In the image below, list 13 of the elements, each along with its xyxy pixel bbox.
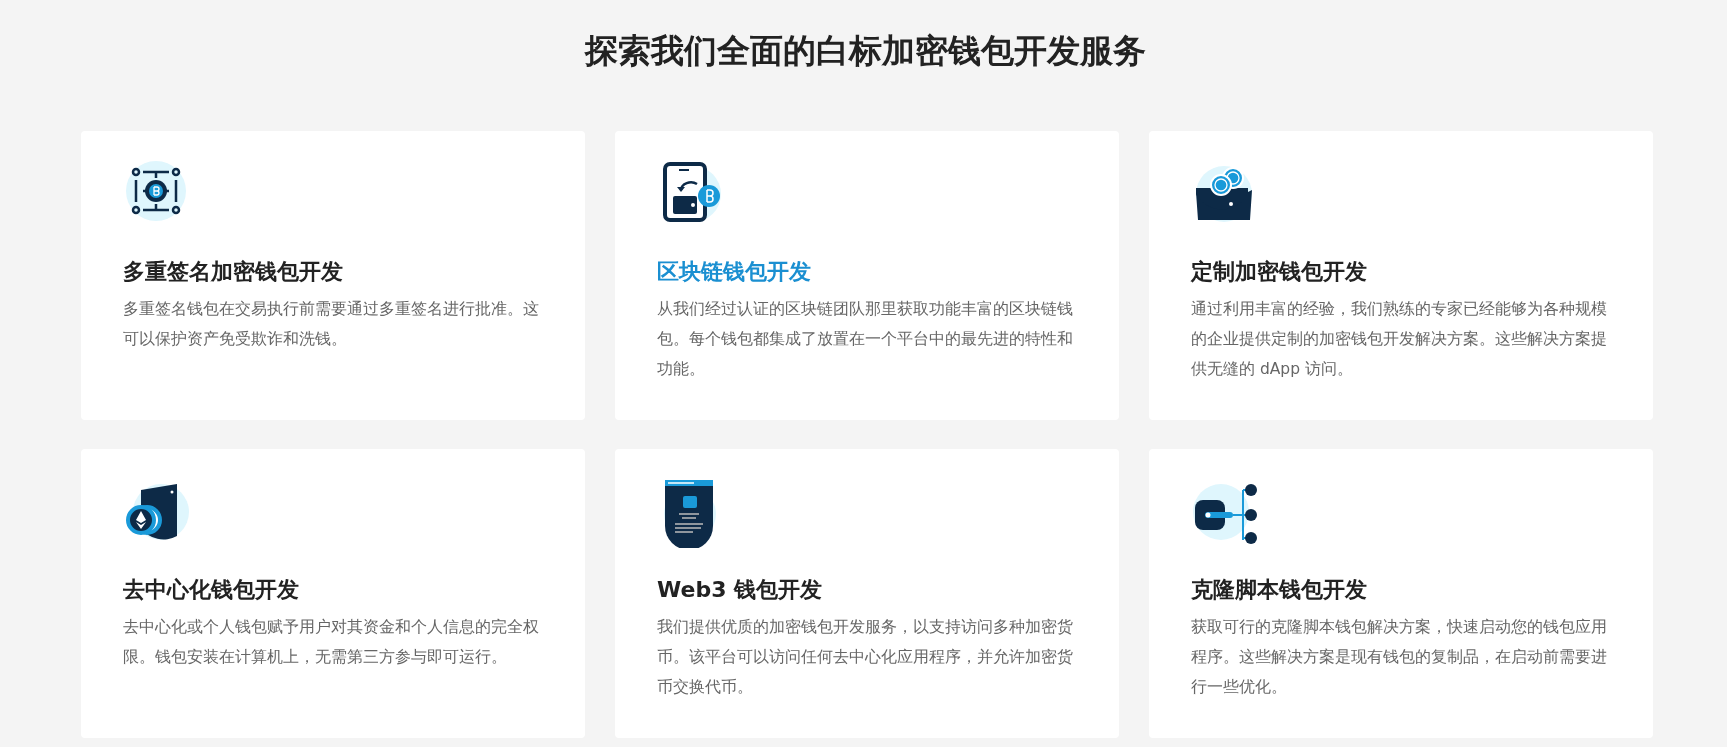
card-title: 多重签名加密钱包开发 — [123, 258, 344, 286]
card-title: Web3 钱包开发 — [657, 576, 824, 604]
page-heading: 探索我们全面的白标加密钱包开发服务 — [583, 30, 1147, 72]
card-description: 通过利用丰富的经验，我们熟练的专家已经能够为各种规模的企业提供定制的加密钱包开发解决方案。这些解决方案提供无缝的 dApp 访问。 — [1191, 299, 1608, 380]
card-title: 区块链钱包开发 — [657, 258, 812, 286]
card-title: 定制加密钱包开发 — [1191, 258, 1368, 286]
card-title: 克隆脚本钱包开发 — [1191, 576, 1368, 604]
card-description: 去中心化或个人钱包赋予用户对其资金和个人信息的完全权限。钱包安装在计算机上，无需第三方参与即可运行。 — [123, 617, 540, 668]
card-description: 多重签名钱包在交易执行前需要通过多重签名进行批准。这可以保护资产免受欺诈和洗钱。 — [123, 299, 540, 350]
card-title: 去中心化钱包开发 — [123, 576, 300, 604]
card-description: 从我们经过认证的区块链团队那里获取功能丰富的区块链钱包。每个钱包都集成了放置在一个平台中的最先进的特性和功能。 — [657, 299, 1074, 380]
card-description: 我们提供优质的加密钱包开发服务，以支持访问多种加密货币。该平台可以访问任何去中心化应用程序，并允许加密货币交换代币。 — [657, 617, 1074, 698]
card-description: 获取可行的克隆脚本钱包解决方案，快速启动您的钱包应用程序。这些解决方案是现有钱包的复制品，在启动前需要进行一些优化。 — [1191, 617, 1608, 698]
